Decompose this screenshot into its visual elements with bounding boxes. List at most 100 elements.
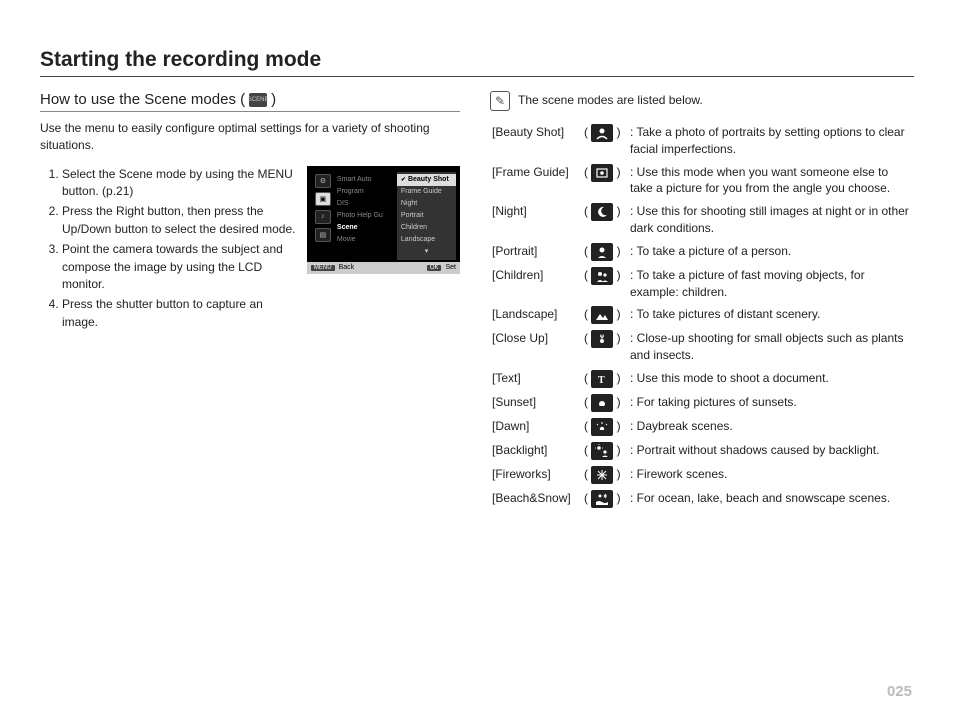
scene-description: : Firework scenes. [628, 463, 914, 487]
scene-label: [Portrait] [490, 240, 582, 264]
scene-icon-cell: ( ) [582, 327, 628, 367]
scene-description: : For taking pictures of sunsets. [628, 391, 914, 415]
children-icon [591, 267, 613, 285]
table-row: [Night]( ): Use this for shooting still … [490, 200, 914, 240]
back-label: Back [339, 264, 355, 271]
text-icon [591, 370, 613, 388]
lcd-left-tabs: ⚙ ▣ ♪ ▤ [311, 172, 335, 260]
scene-description: : Take a photo of portraits by setting o… [628, 121, 914, 161]
scene-icon-cell: ( ) [582, 240, 628, 264]
fireworks-icon [591, 466, 613, 484]
scene-label: [Beach&Snow] [490, 487, 582, 511]
scene-label: [Night] [490, 200, 582, 240]
table-row: [Beach&Snow]( ): For ocean, lake, beach … [490, 487, 914, 511]
scene-description: : For ocean, lake, beach and snowscape s… [628, 487, 914, 511]
section-title-prefix: How to use the Scene modes ( [40, 91, 245, 108]
table-row: [Fireworks]( ): Firework scenes. [490, 463, 914, 487]
chevron-down-icon: ▾ [401, 246, 452, 258]
scene-icon-cell: ( ) [582, 463, 628, 487]
portrait-icon [591, 243, 613, 261]
lcd-submenu-item: Frame Guide [401, 186, 452, 198]
scene-icon-cell: ( ) [582, 200, 628, 240]
scene-icon-cell: ( ) [582, 367, 628, 391]
beach-icon [591, 490, 613, 508]
note-row: ✎ The scene modes are listed below. [490, 91, 914, 111]
note-text: The scene modes are listed below. [518, 91, 703, 107]
menu-tag: MENU [311, 265, 335, 271]
right-column: ✎ The scene modes are listed below. [Bea… [490, 91, 914, 511]
scene-icon-cell: ( ) [582, 487, 628, 511]
scene-title-icon: SCENE [249, 93, 267, 107]
lcd-submenu-item: Children [401, 222, 452, 234]
lcd-mode-item-selected: Scene [337, 222, 395, 234]
scene-label: [Text] [490, 367, 582, 391]
lcd-mode-item: Photo Help Gu [337, 210, 395, 222]
lcd-submenu-selected: Beauty Shot [397, 174, 456, 186]
scene-label: [Frame Guide] [490, 161, 582, 201]
steps-row: Select the Scene mode by using the MENU … [40, 166, 460, 335]
scene-label: [Close Up] [490, 327, 582, 367]
backlight-icon [591, 442, 613, 460]
table-row: [Children]( ): To take a picture of fast… [490, 264, 914, 304]
beauty-icon [591, 124, 613, 142]
table-row: [Sunset]( ): For taking pictures of suns… [490, 391, 914, 415]
main-columns: How to use the Scene modes ( SCENE ) Use… [40, 91, 914, 511]
lcd-mode-item: Program [337, 186, 395, 198]
lcd-mode-item: Smart Auto [337, 174, 395, 186]
table-row: [Backlight]( ): Portrait without shadows… [490, 439, 914, 463]
lcd-tab-icon: ▣ [315, 192, 331, 206]
scene-label: [Backlight] [490, 439, 582, 463]
lcd-mode-item: DIS [337, 198, 395, 210]
lcd-footer: MENU Back OK Set [307, 262, 460, 274]
scene-description: : Daybreak scenes. [628, 415, 914, 439]
scene-description: : To take a picture of fast moving objec… [628, 264, 914, 304]
intro-text: Use the menu to easily configure optimal… [40, 120, 460, 154]
table-row: [Close Up]( ): Close-up shooting for sma… [490, 327, 914, 367]
lcd-submenu-item: Portrait [401, 210, 452, 222]
section-title: How to use the Scene modes ( SCENE ) [40, 91, 460, 112]
scene-icon-cell: ( ) [582, 121, 628, 161]
scene-icon-cell: ( ) [582, 439, 628, 463]
step-4: Press the shutter button to capture an i… [62, 296, 297, 331]
scene-icon-cell: ( ) [582, 264, 628, 304]
scene-label: [Sunset] [490, 391, 582, 415]
lcd-submenu-item: Night [401, 198, 452, 210]
scene-label: [Beauty Shot] [490, 121, 582, 161]
scene-description: : Close-up shooting for small objects su… [628, 327, 914, 367]
section-title-suffix: ) [271, 91, 276, 108]
lcd-submenu-item: Landscape [401, 234, 452, 246]
scene-description: : Use this mode when you want someone el… [628, 161, 914, 201]
lcd-tab-icon: ⚙ [315, 174, 331, 188]
night-icon [591, 203, 613, 221]
step-2: Press the Right button, then press the U… [62, 203, 297, 238]
scene-label: [Children] [490, 264, 582, 304]
scene-description: : Portrait without shadows caused by bac… [628, 439, 914, 463]
table-row: [Portrait]( ): To take a picture of a pe… [490, 240, 914, 264]
lcd-submenu: Beauty Shot Frame Guide Night Portrait C… [397, 172, 456, 260]
scene-label: [Fireworks] [490, 463, 582, 487]
lcd-mode-list: Smart Auto Program DIS Photo Help Gu Sce… [335, 172, 397, 260]
scene-icon-cell: ( ) [582, 391, 628, 415]
lcd-preview: ⚙ ▣ ♪ ▤ Smart Auto Program DIS Photo Hel… [307, 166, 460, 274]
scene-description: : To take pictures of distant scenery. [628, 303, 914, 327]
table-row: [Dawn]( ): Daybreak scenes. [490, 415, 914, 439]
left-column: How to use the Scene modes ( SCENE ) Use… [40, 91, 460, 511]
steps-list: Select the Scene mode by using the MENU … [40, 166, 297, 335]
scene-table: [Beauty Shot]( ): Take a photo of portra… [490, 121, 914, 511]
set-label: Set [445, 264, 456, 271]
scene-icon-cell: ( ) [582, 161, 628, 201]
step-1: Select the Scene mode by using the MENU … [62, 166, 297, 201]
ok-tag: OK [427, 265, 442, 271]
landscape-icon [591, 306, 613, 324]
lcd-mode-item: Movie [337, 234, 395, 246]
table-row: [Beauty Shot]( ): Take a photo of portra… [490, 121, 914, 161]
step-3: Point the camera towards the subject and… [62, 241, 297, 293]
page-number: 025 [887, 683, 912, 700]
scene-icon-cell: ( ) [582, 415, 628, 439]
scene-label: [Landscape] [490, 303, 582, 327]
scene-icon-cell: ( ) [582, 303, 628, 327]
page-title: Starting the recording mode [40, 48, 914, 77]
sunset-icon [591, 394, 613, 412]
scene-description: : Use this for shooting still images at … [628, 200, 914, 240]
closeup-icon [591, 330, 613, 348]
